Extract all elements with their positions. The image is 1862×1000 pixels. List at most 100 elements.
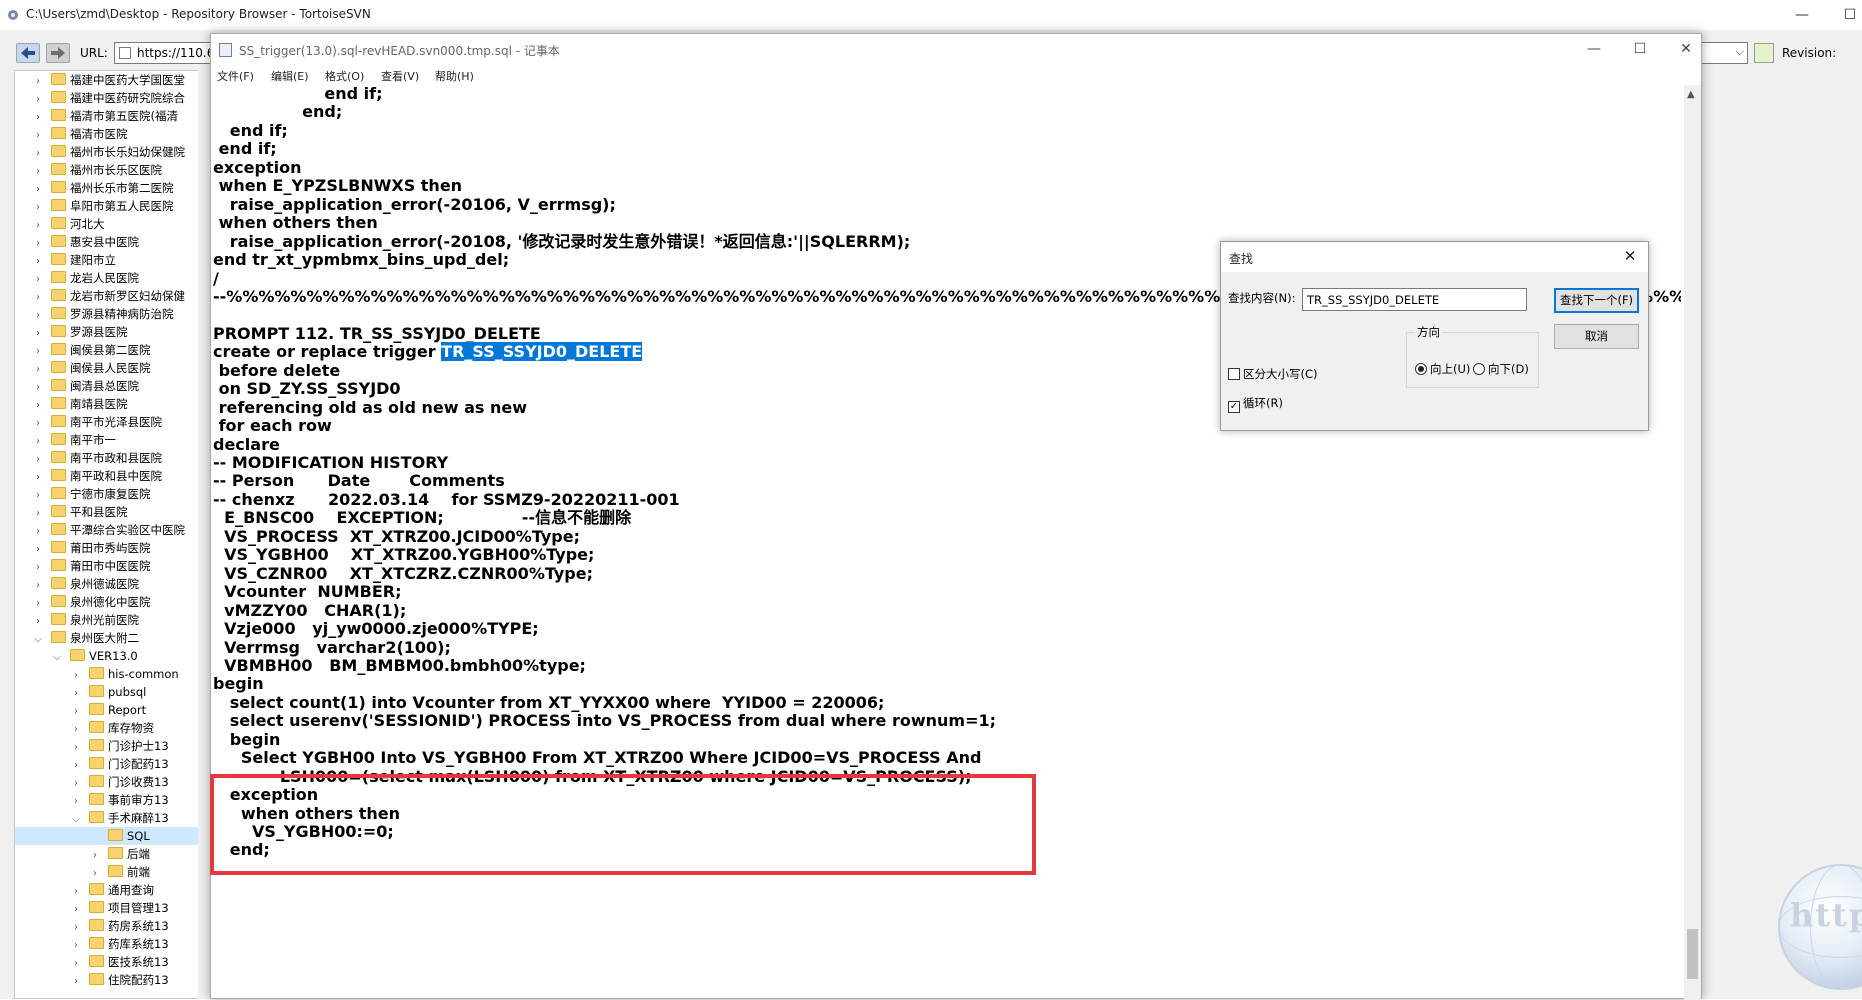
folder-icon xyxy=(51,415,66,427)
tree-node[interactable]: ⌵ 泉州医大附二 xyxy=(15,629,211,647)
code-line-text: -- chenxz 2022.03.14 for SSMZ9-20220211-… xyxy=(213,489,680,509)
direction-up-radio[interactable]: 向上(U) xyxy=(1415,361,1470,377)
tree-node[interactable]: › 罗源县医院 xyxy=(15,323,211,341)
tree-node[interactable]: › 药库系统13 xyxy=(15,935,211,953)
tree-node[interactable]: › 门诊配药13 xyxy=(15,755,211,773)
tree-node[interactable]: › 后端 xyxy=(15,845,211,863)
notepad-maximize-button[interactable]: ☐ xyxy=(1617,38,1663,60)
tree-node[interactable]: › 河北大 xyxy=(15,215,211,233)
folder-icon xyxy=(51,451,66,463)
code-line-text: / xyxy=(213,268,219,288)
tree-node[interactable]: › 福建中医药大学国医堂 xyxy=(15,71,211,89)
tree-node[interactable]: › 门诊护士13 xyxy=(15,737,211,755)
tree-node[interactable]: › 宁德市康复医院 xyxy=(15,485,211,503)
tree-node[interactable]: › 泉州德诚医院 xyxy=(15,575,211,593)
scrollbar-thumb[interactable] xyxy=(1687,929,1698,979)
tree-node[interactable]: › 闽侯县人民医院 xyxy=(15,359,211,377)
tree-node[interactable]: › 闽侯县第二医院 xyxy=(15,341,211,359)
tree-node[interactable]: SQL xyxy=(15,827,211,845)
folder-icon xyxy=(51,109,66,121)
tree-node[interactable]: › his-common xyxy=(15,665,211,683)
minimize-button[interactable]: — xyxy=(1782,4,1822,26)
tree-node[interactable]: › 南靖县医院 xyxy=(15,395,211,413)
tree-node[interactable]: › 福清市医院 xyxy=(15,125,211,143)
tree-node[interactable]: › 建阳市立 xyxy=(15,251,211,269)
notepad-minimize-button[interactable]: — xyxy=(1571,38,1617,60)
tree-node[interactable]: › 平和县医院 xyxy=(15,503,211,521)
forward-button[interactable] xyxy=(46,43,70,63)
code-line-text: end tr_xt_ypmbmx_bins_upd_del; xyxy=(213,250,510,270)
tree-node[interactable]: › 莆田市中医医院 xyxy=(15,557,211,575)
code-line-text: Verrmsg varchar2(100); xyxy=(213,637,451,657)
tree-node[interactable]: › 通用查询 xyxy=(15,881,211,899)
tree-scrollbar[interactable] xyxy=(198,70,210,999)
repository-tree[interactable]: › 福建中医药大学国医堂 › 福建中医药研究院综合 › 福清市第五医院(福清 › 福清市医院 ›… xyxy=(14,70,212,999)
tree-node[interactable]: › pubsql xyxy=(15,683,211,701)
tree-node[interactable]: › 福州市长乐妇幼保健院 xyxy=(15,143,211,161)
menu-format[interactable]: 格式(O) xyxy=(325,68,364,84)
tree-node[interactable]: › 莆田市秀屿医院 xyxy=(15,539,211,557)
tree-node[interactable]: › 项目管理13 xyxy=(15,899,211,917)
code-line: end tr_xt_ypmbmx_bins_upd_del; xyxy=(213,249,509,271)
tree-node[interactable]: › 平潭综合实验区中医院 xyxy=(15,521,211,539)
url-input[interactable]: https://110.6 xyxy=(114,42,214,64)
tree-node-label: his-common xyxy=(108,667,179,681)
notepad-close-button[interactable]: ✕ xyxy=(1663,38,1709,60)
cancel-button[interactable]: 取消 xyxy=(1554,324,1639,349)
menu-help[interactable]: 帮助(H) xyxy=(435,68,474,84)
tree-node[interactable]: › 惠安县中医院 xyxy=(15,233,211,251)
tree-node[interactable]: › 龙岩人民医院 xyxy=(15,269,211,287)
tree-node[interactable]: › 福清市第五医院(福清 xyxy=(15,107,211,125)
wrap-around-checkbox[interactable]: ✓ 循环(R) xyxy=(1228,395,1283,413)
code-line-text: vMZZY00 CHAR(1); xyxy=(213,600,407,620)
tree-node[interactable]: › 库存物资 xyxy=(15,719,211,737)
tree-node[interactable]: ⌵ 手术麻醉13 xyxy=(15,809,211,827)
folder-icon xyxy=(51,379,66,391)
tree-node[interactable]: › 福州市长乐区医院 xyxy=(15,161,211,179)
tree-node[interactable]: › 南平市政和县医院 xyxy=(15,449,211,467)
tree-node[interactable]: › 福州长乐市第二医院 xyxy=(15,179,211,197)
tree-node[interactable]: › Report xyxy=(15,701,211,719)
tree-node[interactable]: › 南平市光泽县医院 xyxy=(15,413,211,431)
match-case-checkbox[interactable]: 区分大小写(C) xyxy=(1228,366,1318,382)
url-label: URL: xyxy=(80,46,108,60)
tree-node[interactable]: › 福建中医药研究院综合 xyxy=(15,89,211,107)
notepad-text-area[interactable]: end if; end; end if; end if; exception wh… xyxy=(213,85,1681,1000)
tree-node[interactable]: › 泉州光前医院 xyxy=(15,611,211,629)
folder-icon xyxy=(51,523,66,535)
menu-file[interactable]: 文件(F) xyxy=(217,68,254,84)
code-line-text: select count(1) into Vcounter from XT_YY… xyxy=(213,692,885,712)
arrow-right-icon xyxy=(51,47,65,59)
notepad-titlebar: SS_trigger(13.0).sql-revHEAD.svn000.tmp.… xyxy=(211,34,1701,65)
find-what-input[interactable] xyxy=(1302,288,1527,311)
tree-node[interactable]: ⌵ VER13.0 xyxy=(15,647,211,665)
notepad-vertical-scrollbar[interactable]: ▲ xyxy=(1684,85,1701,1000)
chevron-up-icon[interactable]: ▲ xyxy=(1687,89,1695,100)
revision-head-button[interactable] xyxy=(1754,43,1774,63)
find-next-button[interactable]: 查找下一个(F) xyxy=(1554,288,1639,313)
list-scrollbar[interactable] xyxy=(1848,70,1862,999)
tree-node[interactable]: › 药房系统13 xyxy=(15,917,211,935)
tree-node[interactable]: › 前端 xyxy=(15,863,211,881)
tree-node[interactable]: › 南平政和县中医院 xyxy=(15,467,211,485)
tree-node[interactable]: › 泉州德化中医院 xyxy=(15,593,211,611)
tree-node[interactable]: › 事前审方13 xyxy=(15,791,211,809)
find-close-button[interactable]: ✕ xyxy=(1620,246,1640,266)
tree-node[interactable]: › 罗源县精神病防治院 xyxy=(15,305,211,323)
menu-view[interactable]: 查看(V) xyxy=(381,68,419,84)
tree-node[interactable]: › 门诊收费13 xyxy=(15,773,211,791)
find-dialog-titlebar: 查找 ✕ xyxy=(1221,242,1648,272)
back-button[interactable] xyxy=(16,43,40,63)
tree-node[interactable]: › 医技系统13 xyxy=(15,953,211,971)
tree-node[interactable]: › 阜阳市第五人民医院 xyxy=(15,197,211,215)
menu-edit[interactable]: 编辑(E) xyxy=(271,68,309,84)
tree-node[interactable]: › 住院配药13 xyxy=(15,971,211,991)
tree-node[interactable]: › 闽清县总医院 xyxy=(15,377,211,395)
tree-node[interactable]: › 南平市一 xyxy=(15,431,211,449)
tree-node[interactable]: › 龙岩市新罗区妇幼保健 xyxy=(15,287,211,305)
tree-node-label: VER13.0 xyxy=(89,649,138,663)
code-line-text: begin xyxy=(213,674,264,694)
maximize-button[interactable]: ☐ xyxy=(1830,4,1862,26)
chevron-right-icon[interactable]: › xyxy=(69,973,83,991)
direction-down-radio[interactable]: 向下(D) xyxy=(1473,361,1529,377)
